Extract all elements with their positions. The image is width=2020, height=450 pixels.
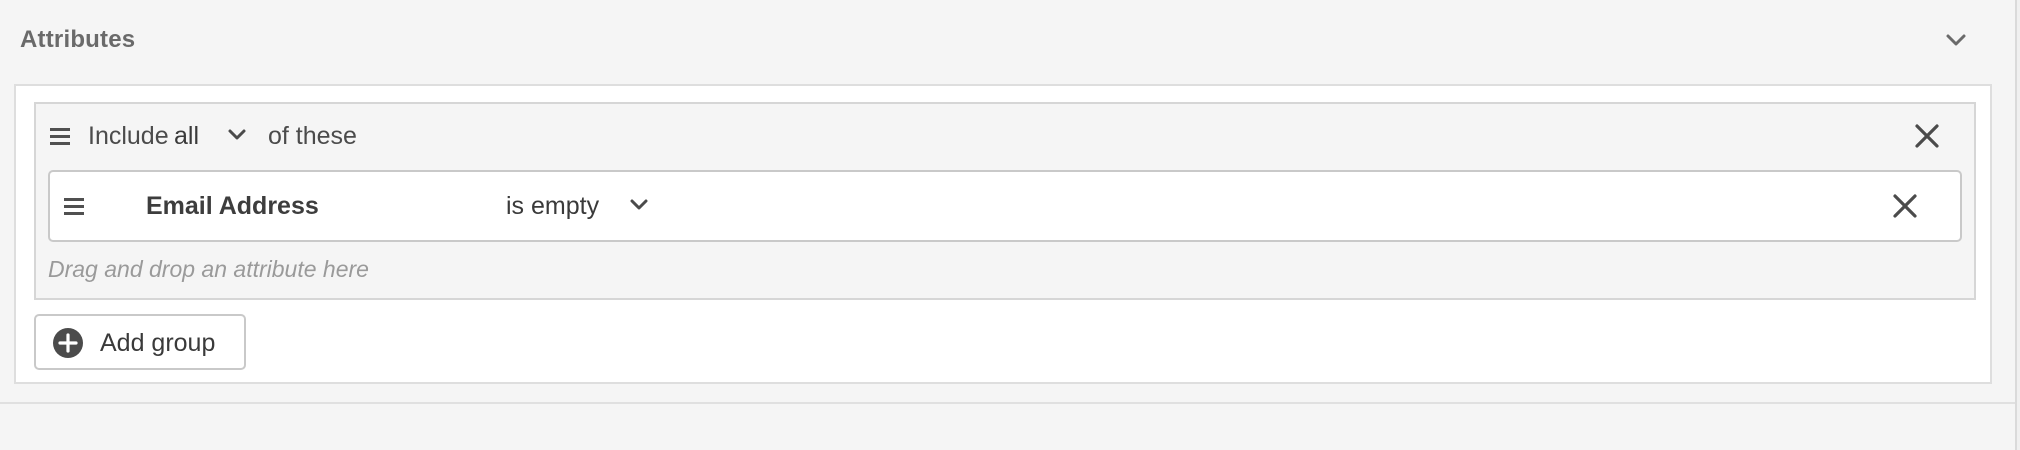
- section-title: Attributes: [20, 26, 136, 53]
- operator-dropdown[interactable]: is empty: [506, 186, 666, 226]
- drag-handle-icon[interactable]: [50, 126, 72, 146]
- scrollbar[interactable]: [2015, 0, 2020, 450]
- close-icon[interactable]: [1890, 191, 1920, 221]
- drag-handle-icon[interactable]: [64, 196, 86, 216]
- condition-row: Email Address is empty: [48, 170, 1962, 242]
- plus-circle-icon: [53, 328, 83, 358]
- chevron-down-icon: [228, 129, 246, 140]
- drop-zone-hint[interactable]: Drag and drop an attribute here: [48, 256, 369, 283]
- attributes-panel: Include all of these Email Address is em…: [14, 84, 1992, 384]
- add-group-label: Add group: [100, 329, 216, 357]
- attributes-section-header[interactable]: Attributes: [20, 18, 1980, 64]
- close-icon[interactable]: [1912, 121, 1942, 151]
- operator-value: is empty: [506, 192, 600, 220]
- quantifier-dropdown[interactable]: all: [170, 116, 250, 154]
- attribute-name: Email Address: [146, 192, 319, 220]
- attributes-page: Attributes Include all of these Email Ad…: [0, 0, 2015, 450]
- of-these-label: of these: [268, 122, 357, 150]
- condition-group: Include all of these Email Address is em…: [34, 102, 1976, 300]
- divider: [0, 402, 2015, 404]
- include-label: Include: [88, 122, 169, 150]
- chevron-down-icon[interactable]: [1940, 24, 1972, 56]
- quantifier-value: all: [174, 122, 200, 150]
- chevron-down-icon: [630, 199, 648, 210]
- add-group-button[interactable]: Add group: [34, 314, 246, 370]
